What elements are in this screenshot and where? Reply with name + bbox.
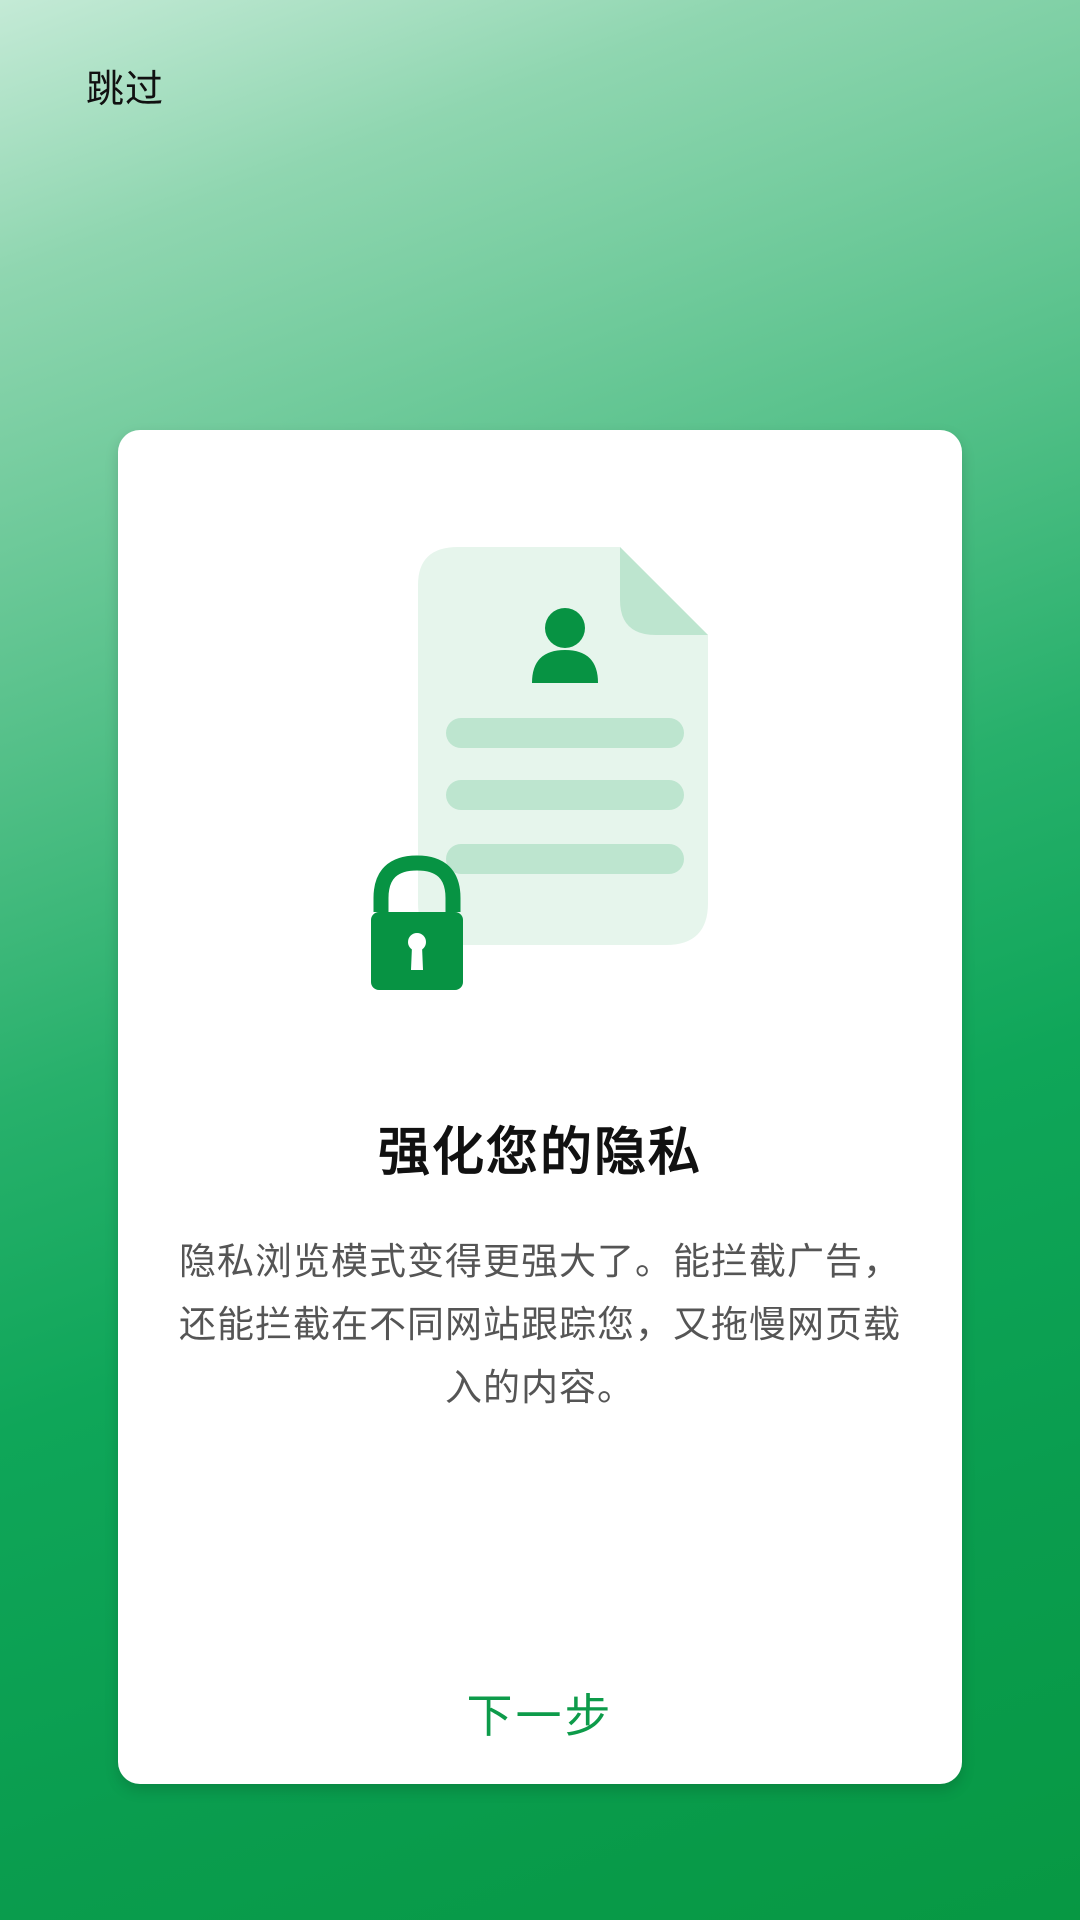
card-description: 隐私浏览模式变得更强大了。能拦截广告，还能拦截在不同网站跟踪您，又拖慢网页载入的… [179, 1240, 901, 1409]
next-button[interactable]: 下一步 [118, 1680, 962, 1746]
document-icon [418, 547, 708, 945]
skip-button[interactable]: 跳过 [86, 58, 164, 113]
privacy-illustration [371, 547, 708, 990]
card-title: 强化您的隐私 [377, 1123, 702, 1183]
onboarding-card: 强化您的隐私 隐私浏览模式变得更强大了。能拦截广告，还能拦截在不同网站跟踪您，又… [118, 430, 962, 1784]
lock-icon [371, 855, 463, 990]
